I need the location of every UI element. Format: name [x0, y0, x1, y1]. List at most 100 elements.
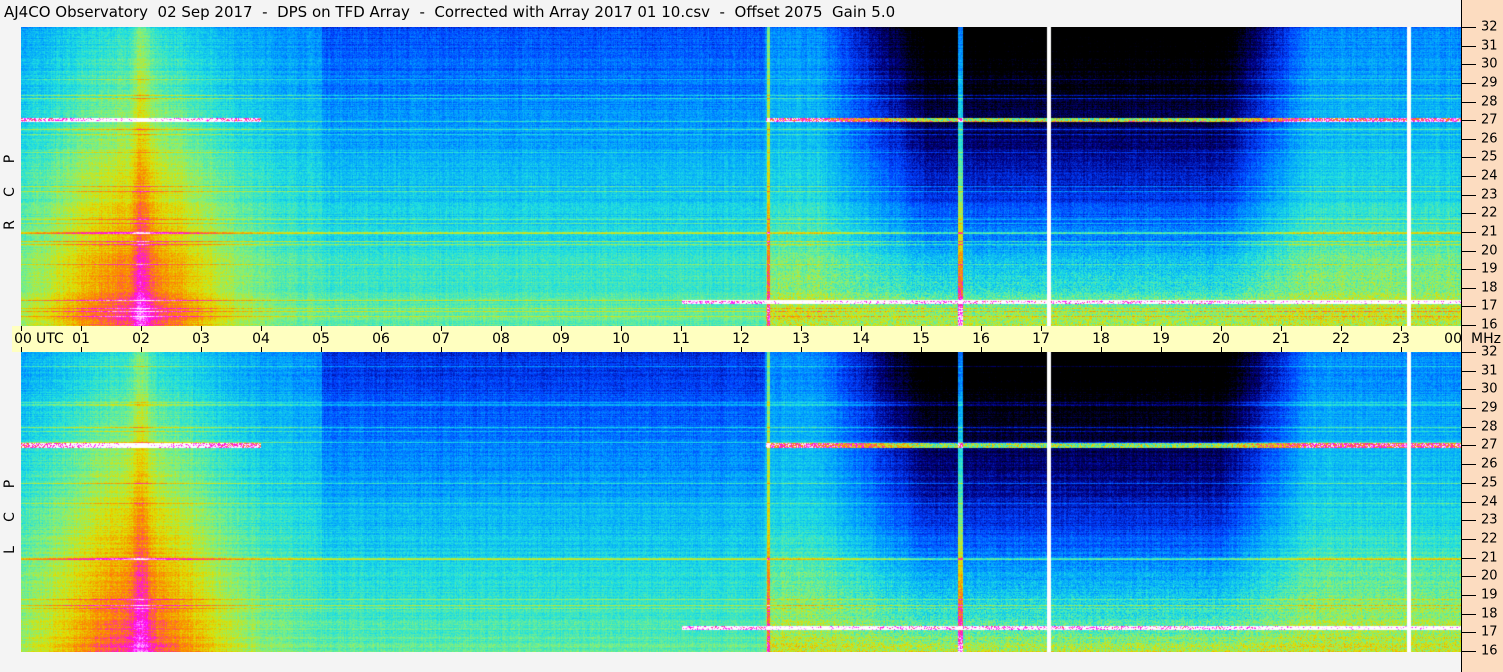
y-tick — [1462, 594, 1476, 596]
x-tick-label: 01 — [72, 331, 90, 347]
x-tick-label: 23 — [1392, 331, 1410, 347]
panel-label-letter: P — [2, 154, 18, 164]
x-tick-label: 12 — [732, 331, 750, 347]
x-tick-label: 00 — [14, 331, 32, 347]
x-tick-label: 05 — [312, 331, 330, 347]
y-tick — [1462, 501, 1476, 503]
y-tick — [1462, 287, 1476, 289]
x-tick-label: 02 — [132, 331, 150, 347]
x-tick-label: 07 — [432, 331, 450, 347]
y-tick — [1462, 651, 1476, 652]
y-tick-label: 30 — [1481, 381, 1498, 397]
y-tick — [1462, 557, 1476, 559]
y-tick-label: 17 — [1481, 298, 1498, 314]
y-tick-label: 21 — [1481, 224, 1498, 240]
y-tick-label: 23 — [1481, 512, 1498, 528]
y-tick — [1462, 194, 1476, 196]
x-tick-label: 15 — [912, 331, 930, 347]
y-tick — [1462, 576, 1476, 578]
x-tick-label: 17 — [1032, 331, 1050, 347]
y-tick — [1462, 325, 1476, 326]
y-tick — [1462, 445, 1476, 447]
y-tick-label: 28 — [1481, 94, 1498, 109]
y-tick — [1462, 389, 1476, 391]
y-tick-label: 19 — [1481, 261, 1498, 277]
y-tick-label: 27 — [1481, 112, 1498, 128]
y-tick-label: 31 — [1481, 38, 1498, 54]
x-tick-label: 00 — [1444, 331, 1462, 347]
y-tick — [1462, 157, 1476, 159]
x-tick-label: 09 — [552, 331, 570, 347]
y-tick — [1462, 138, 1476, 140]
y-tick — [1462, 269, 1476, 271]
y-tick-label: 26 — [1481, 456, 1498, 472]
panel-label-letter: P — [2, 479, 18, 489]
y-tick-label: 17 — [1481, 624, 1498, 640]
y-tick — [1462, 82, 1476, 84]
y-tick-label: 19 — [1481, 587, 1498, 603]
y-tick — [1462, 464, 1476, 466]
x-tick-label: 13 — [792, 331, 810, 347]
x-tick-label: 06 — [372, 331, 390, 347]
x-tick-label: 18 — [1092, 331, 1110, 347]
panel-label-letter: R — [2, 220, 18, 230]
panel-label-letter: C — [2, 187, 18, 197]
spectrogram-rcp — [21, 27, 1461, 326]
y-tick — [1462, 538, 1476, 540]
y-tick-label: 20 — [1481, 243, 1498, 258]
y-tick-label: 18 — [1481, 606, 1498, 622]
y-tick-label: 30 — [1481, 56, 1498, 72]
chart-title: AJ4CO Observatory 02 Sep 2017 - DPS on T… — [4, 3, 896, 21]
panel-label-letter: L — [2, 546, 18, 554]
x-tick-label: 19 — [1152, 331, 1170, 347]
y-tick — [1462, 176, 1476, 177]
y-tick-label: 20 — [1481, 568, 1498, 584]
x-tick-label: 03 — [192, 331, 210, 347]
y-tick — [1462, 520, 1476, 522]
x-tick-label: 22 — [1332, 331, 1350, 347]
y-tick-label: 23 — [1481, 187, 1498, 203]
y-tick — [1462, 213, 1476, 215]
y-tick-label: 28 — [1481, 419, 1498, 435]
y-tick-label: 25 — [1481, 149, 1498, 165]
x-tick-label: 08 — [492, 331, 510, 347]
x-tick-label: 16 — [972, 331, 990, 347]
y-tick — [1462, 370, 1476, 372]
x-tick-label: 21 — [1272, 331, 1290, 347]
y-tick — [1462, 632, 1476, 634]
spectrogram-lcp — [21, 352, 1461, 652]
y-tick-label: 32 — [1481, 19, 1498, 35]
x-tick-label: 04 — [252, 331, 270, 347]
y-tick-label: 29 — [1481, 75, 1498, 91]
y-tick-label: 25 — [1481, 475, 1498, 491]
y-tick-label: 16 — [1481, 643, 1498, 659]
x-tick-label: 11 — [672, 331, 690, 347]
y-tick — [1462, 482, 1476, 484]
y-tick-label: 22 — [1481, 531, 1498, 547]
y-tick — [1462, 408, 1476, 410]
x-tick-label: 20 — [1212, 331, 1230, 347]
y-tick-label: 21 — [1481, 550, 1498, 566]
panel-label-letter: C — [2, 512, 18, 522]
y-tick — [1462, 101, 1476, 103]
x-tick-label: 14 — [852, 331, 870, 347]
y-tick-label: 22 — [1481, 205, 1498, 221]
y-tick — [1462, 306, 1476, 308]
y-tick — [1462, 250, 1476, 252]
y-tick-label: 27 — [1481, 437, 1498, 453]
y-tick-label: 18 — [1481, 280, 1498, 296]
y-tick — [1462, 613, 1476, 615]
y-tick-label: 26 — [1481, 131, 1498, 147]
y-tick — [1462, 352, 1476, 353]
x-tick-label: 10 — [612, 331, 630, 347]
y-tick — [1462, 231, 1476, 233]
y-tick — [1462, 64, 1476, 66]
x-unit-label: UTC — [36, 331, 64, 347]
y-tick-label: 24 — [1481, 494, 1498, 509]
time-axis: 00 01 02 03 04 05 06 07 08 09 10 11 12 13 14 15 16 17 18 19… — [12, 326, 1462, 352]
y-tick — [1462, 426, 1476, 428]
y-tick-label: 31 — [1481, 363, 1498, 379]
y-tick — [1462, 120, 1476, 122]
y-unit-label: MHz — [1471, 331, 1501, 347]
y-tick — [1462, 45, 1476, 47]
